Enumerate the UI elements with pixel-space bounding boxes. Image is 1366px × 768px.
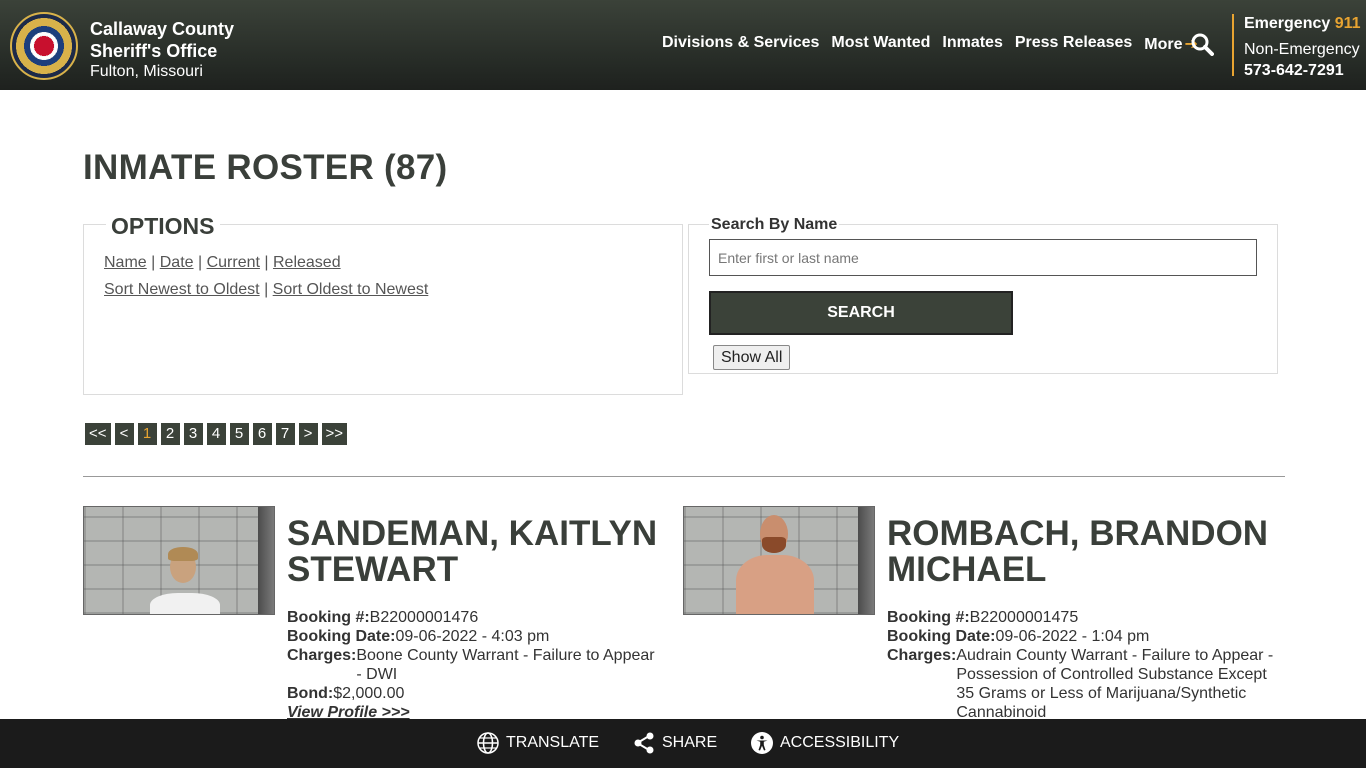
bond-value: $2,000.00: [333, 685, 405, 702]
accessibility-icon: [751, 732, 773, 754]
seal-center: [31, 33, 57, 59]
photo-subject-hair: [168, 547, 198, 561]
options-panel: OPTIONS Name | Date | Current | Released…: [83, 213, 683, 395]
search-icon[interactable]: [1190, 32, 1214, 56]
nav-inmates[interactable]: Inmates: [942, 34, 1002, 54]
share-button[interactable]: SHARE: [632, 731, 717, 755]
charges-row: Charges: Boone County Warrant - Failure t…: [287, 646, 667, 684]
org-name-line1: Callaway County: [90, 19, 235, 39]
booking-number-value: B22000001475: [969, 609, 1079, 626]
translate-button[interactable]: TRANSLATE: [476, 731, 599, 755]
booking-date-row: Booking Date: 09-06-2022 - 1:04 pm: [887, 627, 1277, 646]
charges-row: Charges: Audrain County Warrant - Failure…: [887, 646, 1277, 722]
search-name-input[interactable]: [709, 239, 1257, 276]
search-label: Search By Name: [709, 216, 840, 234]
bond-row: Bond: $2,000.00: [287, 684, 667, 703]
page-prev[interactable]: <: [114, 423, 134, 445]
booking-date-label: Booking Date:: [287, 628, 396, 645]
page-7[interactable]: 7: [275, 423, 295, 445]
page-first[interactable]: <<: [85, 423, 111, 445]
filter-name-link[interactable]: Name: [104, 254, 147, 271]
booking-number-row: Booking #: B22000001476: [287, 608, 667, 627]
nav-more-label: More: [1144, 36, 1183, 53]
site-header: Callaway County Sheriff's Office Fulton,…: [0, 0, 1366, 90]
page-6[interactable]: 6: [252, 423, 272, 445]
page-title: INMATE ROSTER (87): [83, 148, 448, 187]
emergency-contacts: Emergency 911 Non-Emergency 573-642-7291: [1244, 14, 1361, 80]
inmate-photo[interactable]: [683, 506, 875, 615]
emergency-number: 911: [1334, 15, 1361, 32]
photo-subject-body: [736, 555, 814, 614]
page-2[interactable]: 2: [160, 423, 180, 445]
booking-number-row: Booking #: B22000001475: [887, 608, 1277, 627]
search-button[interactable]: SEARCH: [709, 291, 1013, 335]
charges-label: Charges:: [887, 647, 957, 664]
charges-value: Boone County Warrant - Failure to Appear…: [356, 647, 655, 683]
options-legend: OPTIONS: [106, 213, 220, 240]
booking-number-label: Booking #:: [287, 609, 370, 626]
page-3[interactable]: 3: [183, 423, 203, 445]
globe-icon: [477, 732, 499, 754]
emergency-line[interactable]: Emergency 911: [1244, 14, 1361, 34]
main-nav: Divisions & Services Most Wanted Inmates…: [662, 34, 1198, 54]
inmate-name[interactable]: SANDEMAN, KAITLYN STEWART: [287, 516, 667, 588]
non-emergency-label: Non-Emergency: [1244, 41, 1360, 58]
booking-date-value: 09-06-2022 - 4:03 pm: [395, 628, 550, 645]
filter-date-link[interactable]: Date: [160, 254, 194, 271]
booking-date-label: Booking Date:: [887, 628, 996, 645]
inmate-photo[interactable]: [83, 506, 275, 615]
nav-press-releases[interactable]: Press Releases: [1015, 34, 1132, 54]
search-panel: Search By Name SEARCH Show All: [688, 216, 1278, 374]
photo-subject-body: [150, 593, 220, 614]
filter-links: Name | Date | Current | Released: [104, 254, 341, 271]
header-divider: [1232, 14, 1234, 76]
utility-bar: TRANSLATE SHARE ACCESSIBILITY: [0, 719, 1366, 768]
share-icon: [634, 732, 654, 754]
filter-released-link[interactable]: Released: [273, 254, 341, 271]
emergency-label: Emergency: [1244, 15, 1331, 32]
sort-links: Sort Newest to Oldest | Sort Oldest to N…: [104, 281, 429, 298]
photo-door-edge: [858, 507, 874, 614]
photo-subject-beard: [762, 537, 786, 553]
booking-date-row: Booking Date: 09-06-2022 - 4:03 pm: [287, 627, 667, 646]
booking-date-value: 09-06-2022 - 1:04 pm: [995, 628, 1150, 645]
booking-number-value: B22000001476: [369, 609, 479, 626]
show-all-button[interactable]: Show All: [713, 345, 791, 370]
inmate-details: Booking #: B22000001475 Booking Date: 09-0…: [887, 608, 1277, 722]
nav-most-wanted[interactable]: Most Wanted: [831, 34, 930, 54]
section-divider: [83, 476, 1285, 477]
share-label: SHARE: [662, 734, 718, 751]
charges-label: Charges:: [287, 647, 357, 664]
sort-newest-link[interactable]: Sort Newest to Oldest: [104, 281, 260, 298]
site-brand[interactable]: Callaway County Sheriff's Office Fulton,…: [90, 18, 234, 82]
pagination: << < 1 2 3 4 5 6 7 > >>: [85, 423, 348, 445]
nav-divisions-services[interactable]: Divisions & Services: [662, 34, 819, 54]
accessibility-button[interactable]: ACCESSIBILITY: [750, 731, 899, 755]
inmate-details: Booking #: B22000001476 Booking Date: 09-0…: [287, 608, 667, 722]
non-emergency-number[interactable]: 573-642-7291: [1244, 62, 1361, 80]
charges-value: Audrain County Warrant - Failure to Appe…: [956, 647, 1274, 721]
translate-label: TRANSLATE: [506, 734, 600, 751]
sort-oldest-link[interactable]: Sort Oldest to Newest: [273, 281, 429, 298]
page-1[interactable]: 1: [137, 423, 157, 445]
page-last[interactable]: >>: [321, 423, 348, 445]
page-next[interactable]: >: [298, 423, 318, 445]
accessibility-label: ACCESSIBILITY: [780, 734, 900, 751]
org-name-line2: Sheriff's Office: [90, 41, 218, 61]
page-4[interactable]: 4: [206, 423, 226, 445]
org-location: Fulton, Missouri: [90, 63, 203, 80]
inmate-name[interactable]: ROMBACH, BRANDON MICHAEL: [887, 516, 1282, 588]
filter-current-link[interactable]: Current: [207, 254, 260, 271]
booking-number-label: Booking #:: [887, 609, 970, 626]
photo-door-edge: [258, 507, 274, 614]
page-5[interactable]: 5: [229, 423, 249, 445]
county-seal-logo[interactable]: [10, 12, 78, 80]
bond-label: Bond:: [287, 685, 334, 702]
